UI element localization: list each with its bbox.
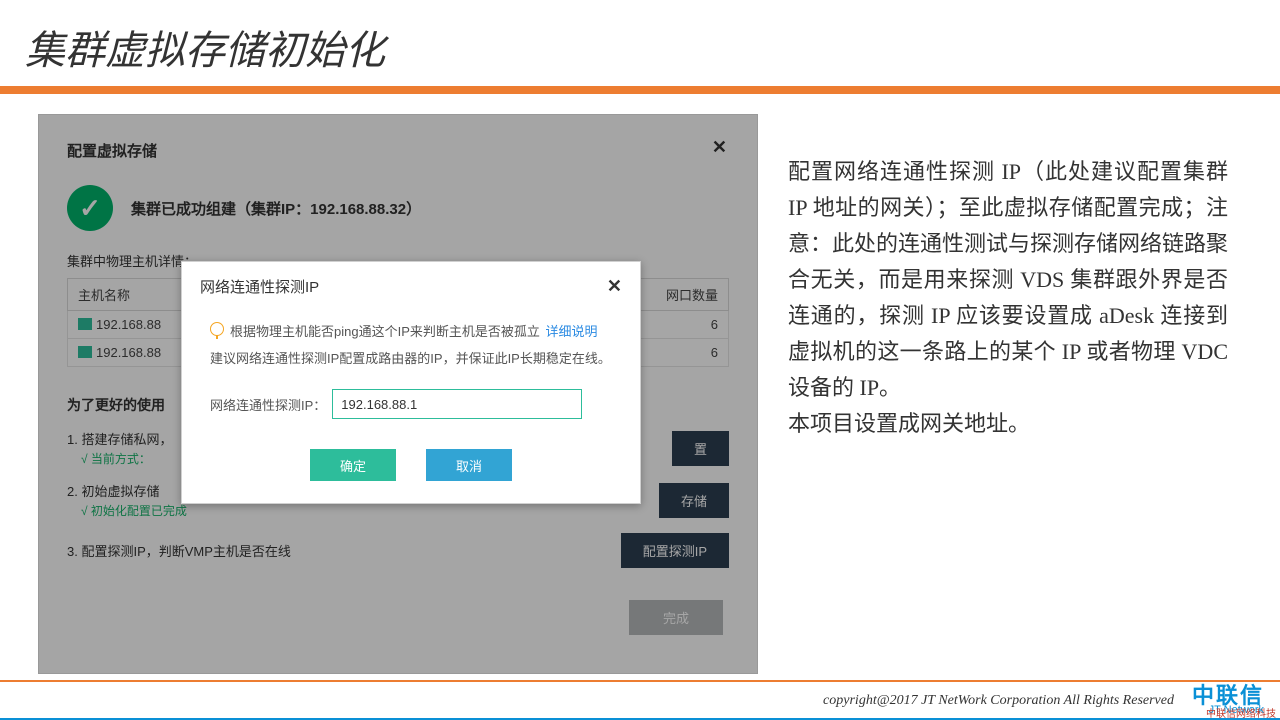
slide-description: 配置网络连通性探测 IP（此处建议配置集群 IP 地址的网关）；至此虚拟存储配置… [788,114,1228,674]
detail-link[interactable]: 详细说明 [546,324,598,339]
tiny-red-text: 中联信网络科技 [1206,705,1276,720]
probe-ip-input[interactable] [332,389,582,419]
hint-text: 根据物理主机能否ping通这个IP来判断主机是否被孤立 [230,324,540,339]
step2-text: 2. 初始虚拟存储 [67,481,187,500]
cancel-button[interactable]: 取消 [426,449,512,481]
host-icon [78,318,92,330]
modal-close-icon[interactable]: ✕ [607,276,622,297]
step1-button[interactable]: 置 [672,431,729,466]
screenshot-panel: 配置虚拟存储 ✕ ✓ 集群已成功组建（集群IP：192.168.88.32） 集… [38,114,758,674]
step2-ok: √ 初始化配置已完成 [81,502,187,519]
copyright-text: copyright@2017 JT NetWork Corporation Al… [823,693,1174,709]
step2-button[interactable]: 存储 [659,483,729,518]
host-icon [78,346,92,358]
ok-button[interactable]: 确定 [310,449,396,481]
footer: copyright@2017 JT NetWork Corporation Al… [0,680,1280,720]
step1-ok: √ 当前方式： [81,450,172,467]
done-button[interactable]: 完成 [629,600,723,635]
success-check-icon: ✓ [67,185,113,231]
hint-text-2: 建议网络连通性探测IP配置成路由器的IP，并保证此IP长期稳定在线。 [210,348,612,367]
step3-text: 3. 配置探测IP，判断VMP主机是否在线 [67,541,291,560]
success-text: 集群已成功组建（集群IP：192.168.88.32） [131,198,421,219]
probe-ip-modal: 网络连通性探测IP ✕ 根据物理主机能否ping通这个IP来判断主机是否被孤立 … [181,261,641,504]
config-panel-title: 配置虚拟存储 [67,140,729,161]
slide-title: 集群虚拟存储初始化 [0,0,1280,86]
configure-probe-ip-button[interactable]: 配置探测IP [621,533,729,568]
close-icon[interactable]: ✕ [712,137,727,158]
step1-text: 1. 搭建存储私网， [67,429,172,448]
bulb-icon [210,322,224,336]
modal-title: 网络连通性探测IP [200,276,319,297]
probe-ip-label: 网络连通性探测IP： [210,395,326,414]
divider-orange [0,86,1280,94]
